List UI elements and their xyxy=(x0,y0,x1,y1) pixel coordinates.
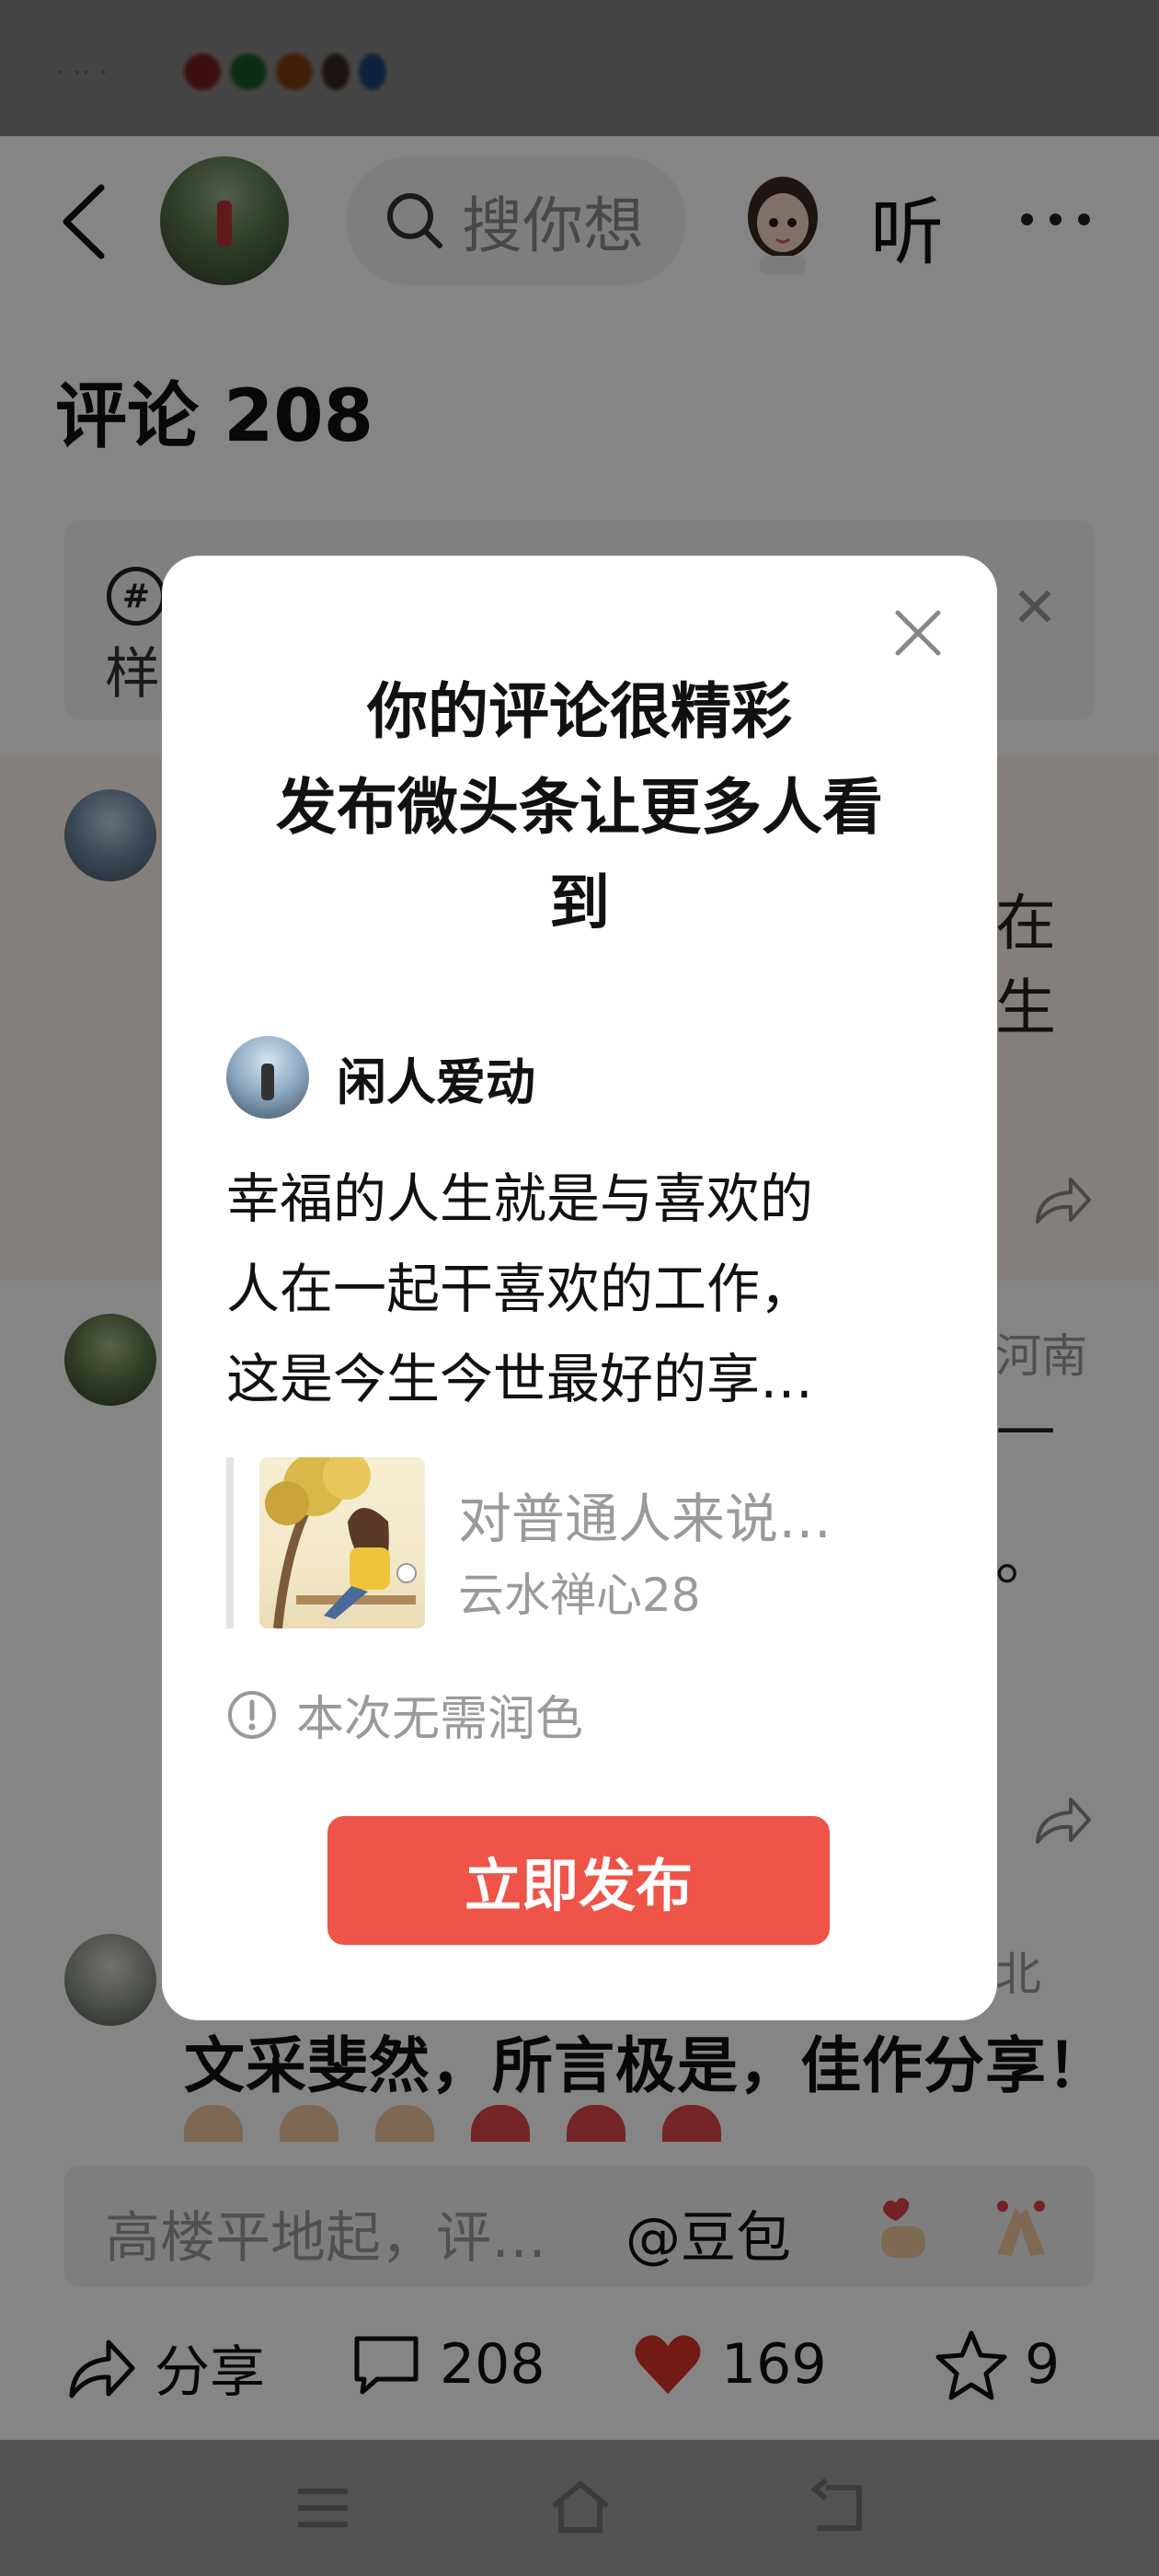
close-icon[interactable] xyxy=(892,607,944,659)
nav-bar-dim xyxy=(0,2440,1159,2576)
quoted-article[interactable]: 对普通人来说… 云水禅心28 xyxy=(226,1457,935,1628)
dialog-title-line: 发布微头条让更多人看 xyxy=(276,772,883,843)
publish-dialog: 你的评论很精彩 发布微头条让更多人看 到 闲人爱动 幸福的人生就是与喜欢的 人在… xyxy=(162,556,997,2020)
quote-bar xyxy=(226,1457,234,1628)
quoted-article-title: 对普通人来说… xyxy=(458,1488,832,1550)
status-bar-dim xyxy=(0,0,1159,136)
polish-notice: 本次无需润色 xyxy=(226,1680,583,1749)
comment-line: 人在一起干喜欢的工作， xyxy=(226,1258,814,1320)
comment-line: 这是今生今世最好的享… xyxy=(226,1348,814,1410)
quoted-article-author: 云水禅心28 xyxy=(458,1569,701,1622)
publish-now-button[interactable]: 立即发布 xyxy=(327,1816,830,1945)
author-name: 闲人爱动 xyxy=(337,1052,535,1111)
comment-author-row: 闲人爱动 xyxy=(226,1036,535,1119)
dialog-title: 你的评论很精彩 发布微头条让更多人看 到 xyxy=(217,664,942,951)
comment-line: 幸福的人生就是与喜欢的 xyxy=(226,1167,814,1230)
article-thumbnail xyxy=(259,1457,425,1628)
dialog-title-line: 到 xyxy=(549,868,610,938)
polish-notice-text: 本次无需润色 xyxy=(296,1692,584,1747)
dialog-title-line: 你的评论很精彩 xyxy=(367,676,792,747)
avatar xyxy=(226,1036,309,1119)
info-icon xyxy=(228,1690,276,1739)
comment-body: 幸福的人生就是与喜欢的 人在一起干喜欢的工作， 这是今生今世最好的享… xyxy=(226,1154,907,1424)
